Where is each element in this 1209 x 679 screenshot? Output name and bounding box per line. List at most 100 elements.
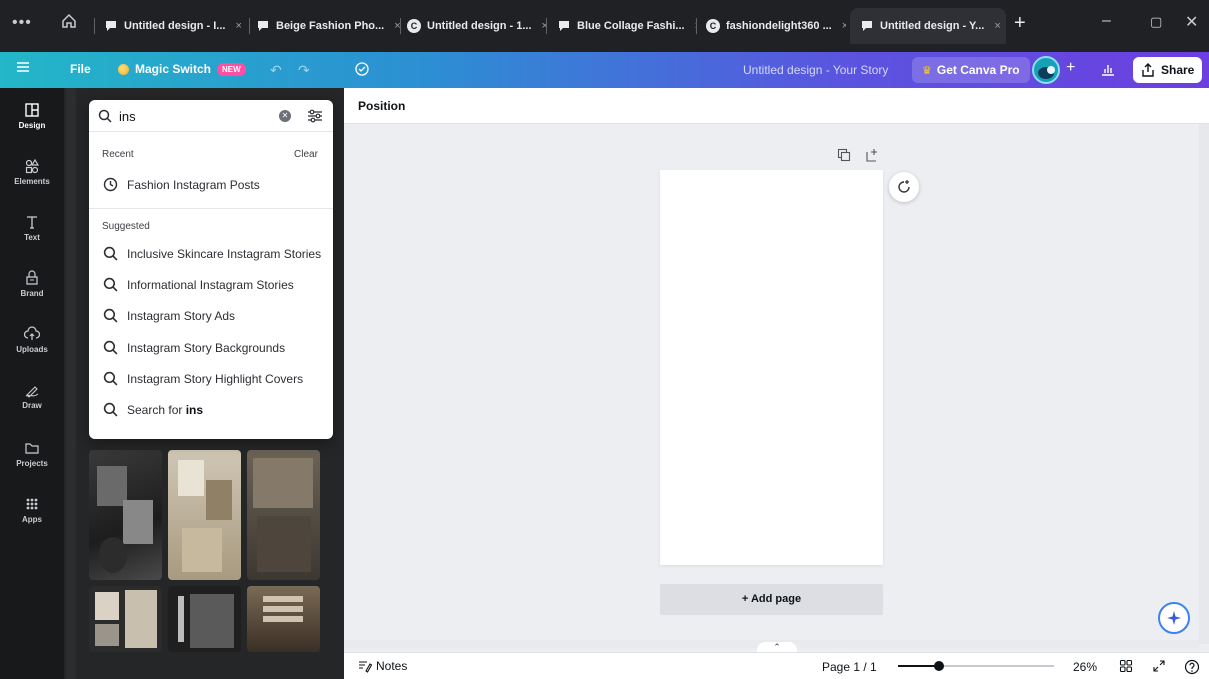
rail-label: Projects (16, 459, 48, 468)
new-tab-button[interactable]: + (1014, 12, 1026, 35)
template-thumbnail[interactable] (168, 450, 241, 580)
search-for-item[interactable]: Search for ins (89, 396, 333, 424)
browser-tab[interactable]: Blue Collage Fashi... × (557, 13, 697, 39)
elements-icon (25, 158, 40, 174)
suggested-search-item[interactable]: Instagram Story Ads (89, 302, 333, 330)
chevron-up-icon: ⌃ (773, 642, 781, 652)
zoom-slider[interactable] (898, 661, 1054, 671)
file-menu[interactable]: File (70, 62, 91, 76)
canva-chat-icon (104, 19, 118, 33)
rail-label: Apps (22, 515, 42, 524)
template-thumbnail[interactable] (89, 450, 162, 580)
panel-scrollbar[interactable] (66, 88, 76, 679)
design-title[interactable]: Untitled design - Your Story (743, 63, 888, 77)
rail-label: Uploads (16, 345, 48, 354)
rail-item-text[interactable]: Text (0, 214, 64, 242)
add-collaborator-button[interactable]: + (1066, 59, 1075, 77)
position-button[interactable]: Position (358, 99, 405, 113)
template-thumbnail[interactable] (247, 586, 320, 652)
template-thumbnail[interactable] (89, 586, 162, 652)
maximize-icon[interactable]: ▢ (1150, 14, 1162, 30)
undo-icon[interactable]: ↶ (270, 62, 282, 79)
add-page-icon[interactable] (865, 148, 879, 162)
ai-suggest-button[interactable] (889, 172, 919, 202)
zoom-slider-knob[interactable] (934, 661, 944, 671)
suggested-search-item[interactable]: Instagram Story Backgrounds (89, 334, 333, 362)
rail-item-draw[interactable]: Draw (0, 382, 64, 410)
rail-item-brand[interactable]: Brand (0, 270, 64, 298)
insights-icon[interactable] (1100, 61, 1116, 77)
duplicate-page-icon[interactable] (837, 148, 851, 162)
home-icon[interactable] (60, 12, 78, 30)
get-canva-pro-button[interactable]: ♛ Get Canva Pro (912, 57, 1030, 83)
rail-item-uploads[interactable]: Uploads (0, 326, 64, 354)
help-icon[interactable] (1184, 659, 1200, 675)
browser-tab-active[interactable]: Untitled design - Y... × (850, 8, 1006, 44)
close-icon[interactable]: × (842, 20, 846, 32)
minimize-icon[interactable]: – (1102, 12, 1111, 30)
filter-icon[interactable] (307, 108, 323, 124)
menu-icon[interactable] (16, 60, 30, 74)
bottom-bar: Notes Page 1 / 1 26% (344, 652, 1209, 679)
clear-search-icon[interactable]: ✕ (279, 110, 291, 122)
fullscreen-icon[interactable] (1152, 659, 1166, 673)
page-indicator[interactable]: Page 1 / 1 (822, 660, 877, 674)
browser-tab[interactable]: C fashiondelight360 ... × (706, 13, 846, 39)
browser-tab[interactable]: Beige Fashion Pho... × (256, 13, 402, 39)
template-thumbnail[interactable] (168, 586, 241, 652)
search-dropdown: ✕ Recent Clear Fashion Instagram Posts S… (89, 100, 333, 439)
suggested-search-item[interactable]: Instagram Story Highlight Covers (89, 365, 333, 393)
magic-assistant-button[interactable] (1158, 602, 1190, 634)
browser-tab[interactable]: C Untitled design - 1... × (407, 13, 547, 39)
notes-label: Notes (376, 659, 408, 673)
magic-switch-button[interactable]: Magic Switch NEW (118, 62, 246, 76)
canva-c-icon: C (706, 19, 720, 33)
zoom-level[interactable]: 26% (1073, 660, 1097, 674)
search-icon (103, 340, 118, 355)
vertical-scrollbar[interactable] (1199, 124, 1209, 644)
close-icon[interactable]: × (994, 20, 1000, 32)
get-pro-label: Get Canva Pro (936, 63, 1020, 77)
rail-item-apps[interactable]: Apps (0, 496, 64, 524)
search-bar: ✕ (89, 100, 333, 132)
browser-menu-icon[interactable]: ••• (12, 14, 32, 32)
rail-item-projects[interactable]: Projects (0, 440, 64, 468)
context-toolbar: Position (344, 88, 1209, 124)
suggested-search-item[interactable]: Inclusive Skincare Instagram Stories (89, 240, 333, 268)
template-thumbnail[interactable] (247, 450, 320, 580)
search-icon (103, 246, 118, 261)
recent-heading: Recent (102, 149, 134, 160)
search-icon (98, 109, 112, 123)
search-for-prefix: Search for (127, 403, 183, 417)
design-page[interactable] (660, 170, 883, 565)
brand-icon (26, 270, 38, 285)
add-page-button[interactable]: + Add page (660, 584, 883, 615)
suggested-search-label: Informational Instagram Stories (127, 278, 294, 292)
apps-icon (26, 498, 38, 510)
sparkle-icon (1167, 611, 1181, 625)
rail-item-elements[interactable]: Elements (0, 158, 64, 186)
clear-recent-button[interactable]: Clear (294, 149, 318, 160)
rail-item-design[interactable]: Design (0, 102, 64, 130)
close-icon[interactable]: × (235, 20, 241, 32)
tab-title: Untitled design - 1... (427, 20, 532, 32)
share-icon (1142, 63, 1154, 77)
redo-icon[interactable]: ↷ (298, 62, 310, 79)
suggested-search-item[interactable]: Informational Instagram Stories (89, 271, 333, 299)
browser-tab[interactable]: Untitled design - I... × (104, 13, 250, 39)
close-window-icon[interactable]: ✕ (1185, 12, 1198, 32)
tab-title: Untitled design - I... (124, 20, 226, 32)
recent-search-item[interactable]: Fashion Instagram Posts (89, 171, 333, 199)
suggested-heading: Suggested (102, 221, 150, 232)
rail-label: Text (24, 233, 40, 242)
share-button[interactable]: Share (1133, 57, 1203, 83)
cloud-saved-icon[interactable] (353, 60, 371, 78)
recent-search-label: Fashion Instagram Posts (127, 178, 260, 192)
search-icon (103, 277, 118, 292)
avatar[interactable] (1032, 56, 1060, 84)
zoom-slider-fill (898, 665, 939, 667)
notes-button[interactable]: Notes (358, 659, 407, 673)
grid-view-icon[interactable] (1119, 659, 1133, 673)
search-input[interactable] (119, 107, 269, 125)
magic-refresh-icon (898, 180, 910, 193)
